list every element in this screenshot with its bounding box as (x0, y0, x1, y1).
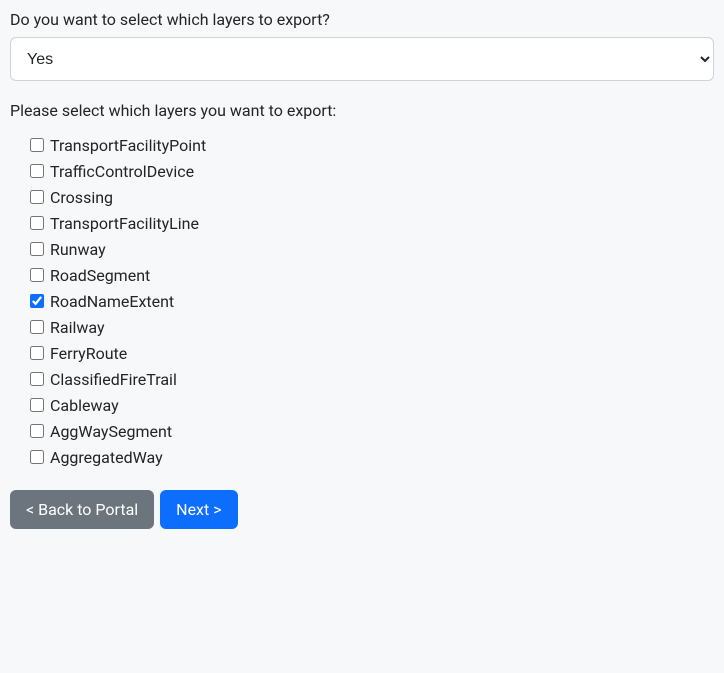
layer-checkbox[interactable] (30, 216, 44, 230)
layer-checkbox[interactable] (30, 190, 44, 204)
layer-item: RoadSegment (26, 262, 714, 288)
next-button[interactable]: Next > (160, 490, 237, 529)
layer-item: FerryRoute (26, 340, 714, 366)
layer-item: Crossing (26, 184, 714, 210)
layer-label: Cableway (50, 396, 119, 415)
layer-label: Crossing (50, 188, 113, 207)
layer-label: Railway (50, 318, 105, 337)
layer-item: Runway (26, 236, 714, 262)
layer-item: TrafficControlDevice (26, 158, 714, 184)
layer-checkbox[interactable] (30, 372, 44, 386)
layer-checkbox[interactable] (30, 138, 44, 152)
layer-label: Runway (50, 240, 106, 259)
layer-checkbox[interactable] (30, 346, 44, 360)
layer-label: RoadNameExtent (50, 292, 174, 311)
layer-item: Railway (26, 314, 714, 340)
layer-item: TransportFacilityPoint (26, 132, 714, 158)
layer-checkbox[interactable] (30, 268, 44, 282)
layer-label: TransportFacilityLine (50, 214, 199, 233)
layer-checkbox[interactable] (30, 398, 44, 412)
layer-item: ClassifiedFireTrail (26, 366, 714, 392)
question-select-layers: Do you want to select which layers to ex… (10, 10, 714, 29)
layer-item: AggregatedWay (26, 444, 714, 470)
layer-checkbox[interactable] (30, 294, 44, 308)
layer-checkbox[interactable] (30, 164, 44, 178)
layer-item: TransportFacilityLine (26, 210, 714, 236)
layer-label: FerryRoute (50, 344, 127, 363)
layer-label: AggWaySegment (50, 422, 172, 441)
layer-checkbox[interactable] (30, 450, 44, 464)
layer-item: RoadNameExtent (26, 288, 714, 314)
layer-checkbox[interactable] (30, 242, 44, 256)
question-which-layers: Please select which layers you want to e… (10, 101, 714, 120)
layers-list: TransportFacilityPoint TrafficControlDevi… (26, 132, 714, 470)
layer-label: RoadSegment (50, 266, 150, 285)
back-to-portal-button[interactable]: < Back to Portal (10, 490, 154, 529)
layer-label: TransportFacilityPoint (50, 136, 206, 155)
layer-checkbox[interactable] (30, 424, 44, 438)
layer-label: TrafficControlDevice (50, 162, 194, 181)
layer-item: AggWaySegment (26, 418, 714, 444)
layer-label: AggregatedWay (50, 448, 163, 467)
layers-export-select[interactable]: Yes (10, 37, 714, 81)
layer-label: ClassifiedFireTrail (50, 370, 177, 389)
layer-item: Cableway (26, 392, 714, 418)
layer-checkbox[interactable] (30, 320, 44, 334)
